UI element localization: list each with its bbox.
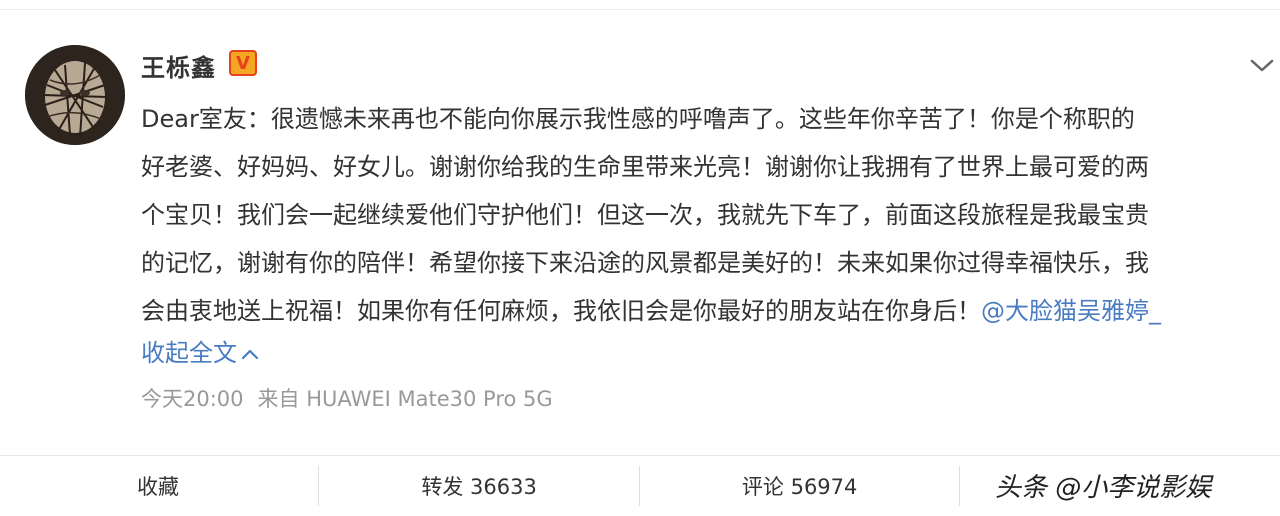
weibo-post-card: 王栎鑫 V Dear室友：很遗憾未来再也不能向你展示我性感的呼噜声了。这些年你辛… [0, 0, 1280, 516]
comment-label: 评论 56974 [741, 475, 858, 499]
post-text-fragment: 会由衷地送上祝福！如果你有任何麻烦，我依旧会是你最好的朋友站在你身后！ [141, 297, 981, 325]
post-meta: 今天20:00 来自 HUAWEI Mate30 Pro 5G [141, 383, 553, 415]
repost-label: 转发 36633 [421, 475, 537, 499]
collapse-label: 收起全文 [141, 339, 237, 367]
avatar[interactable] [25, 45, 125, 145]
post-text-line: 的记忆，谢谢有你的陪伴！希望你接下来沿途的风景都是美好的！未来如果你过得幸福快乐… [141, 249, 1149, 277]
post-time[interactable]: 今天20:00 [141, 383, 244, 415]
post-text-line: 好老婆、好妈妈、好女儿。谢谢你给我的生命里带来光亮！谢谢你让我拥有了世界上最可爱… [141, 153, 1149, 181]
post-text-line: Dear室友：很遗憾未来再也不能向你展示我性感的呼噜声了。这些年你辛苦了！你是个… [141, 105, 1135, 133]
watermark: 头条 @小李说影娱 [995, 473, 1212, 503]
user-name[interactable]: 王栎鑫 [141, 48, 216, 83]
favorite-button[interactable]: 收藏 [0, 456, 318, 516]
chevron-down-icon[interactable] [1248, 55, 1276, 75]
repost-button[interactable]: 转发 36633 [319, 456, 639, 516]
post-source: 来自 HUAWEI Mate30 Pro 5G [257, 387, 553, 411]
verified-icon: V [229, 50, 257, 76]
chevron-up-icon [241, 349, 259, 360]
favorite-label: 收藏 [137, 475, 179, 499]
collapse-button[interactable]: 收起全文 [141, 335, 259, 371]
top-divider [0, 0, 1280, 10]
comment-button[interactable]: 评论 56974 [640, 456, 960, 516]
post-text-line: 个宝贝！我们会一起继续爱他们守护他们！但这一次，我就先下车了，前面这段旅程是我最… [141, 201, 1149, 229]
mention-link[interactable]: @大脸猫吴雅婷_ [981, 297, 1161, 325]
verified-mark: V [236, 52, 250, 74]
avatar-image [25, 45, 125, 145]
post-text-line-last: 会由衷地送上祝福！如果你有任何麻烦，我依旧会是你最好的朋友站在你身后！@大脸猫吴… [141, 287, 1280, 335]
post-content: Dear室友：很遗憾未来再也不能向你展示我性感的呼噜声了。这些年你辛苦了！你是个… [141, 95, 1280, 335]
